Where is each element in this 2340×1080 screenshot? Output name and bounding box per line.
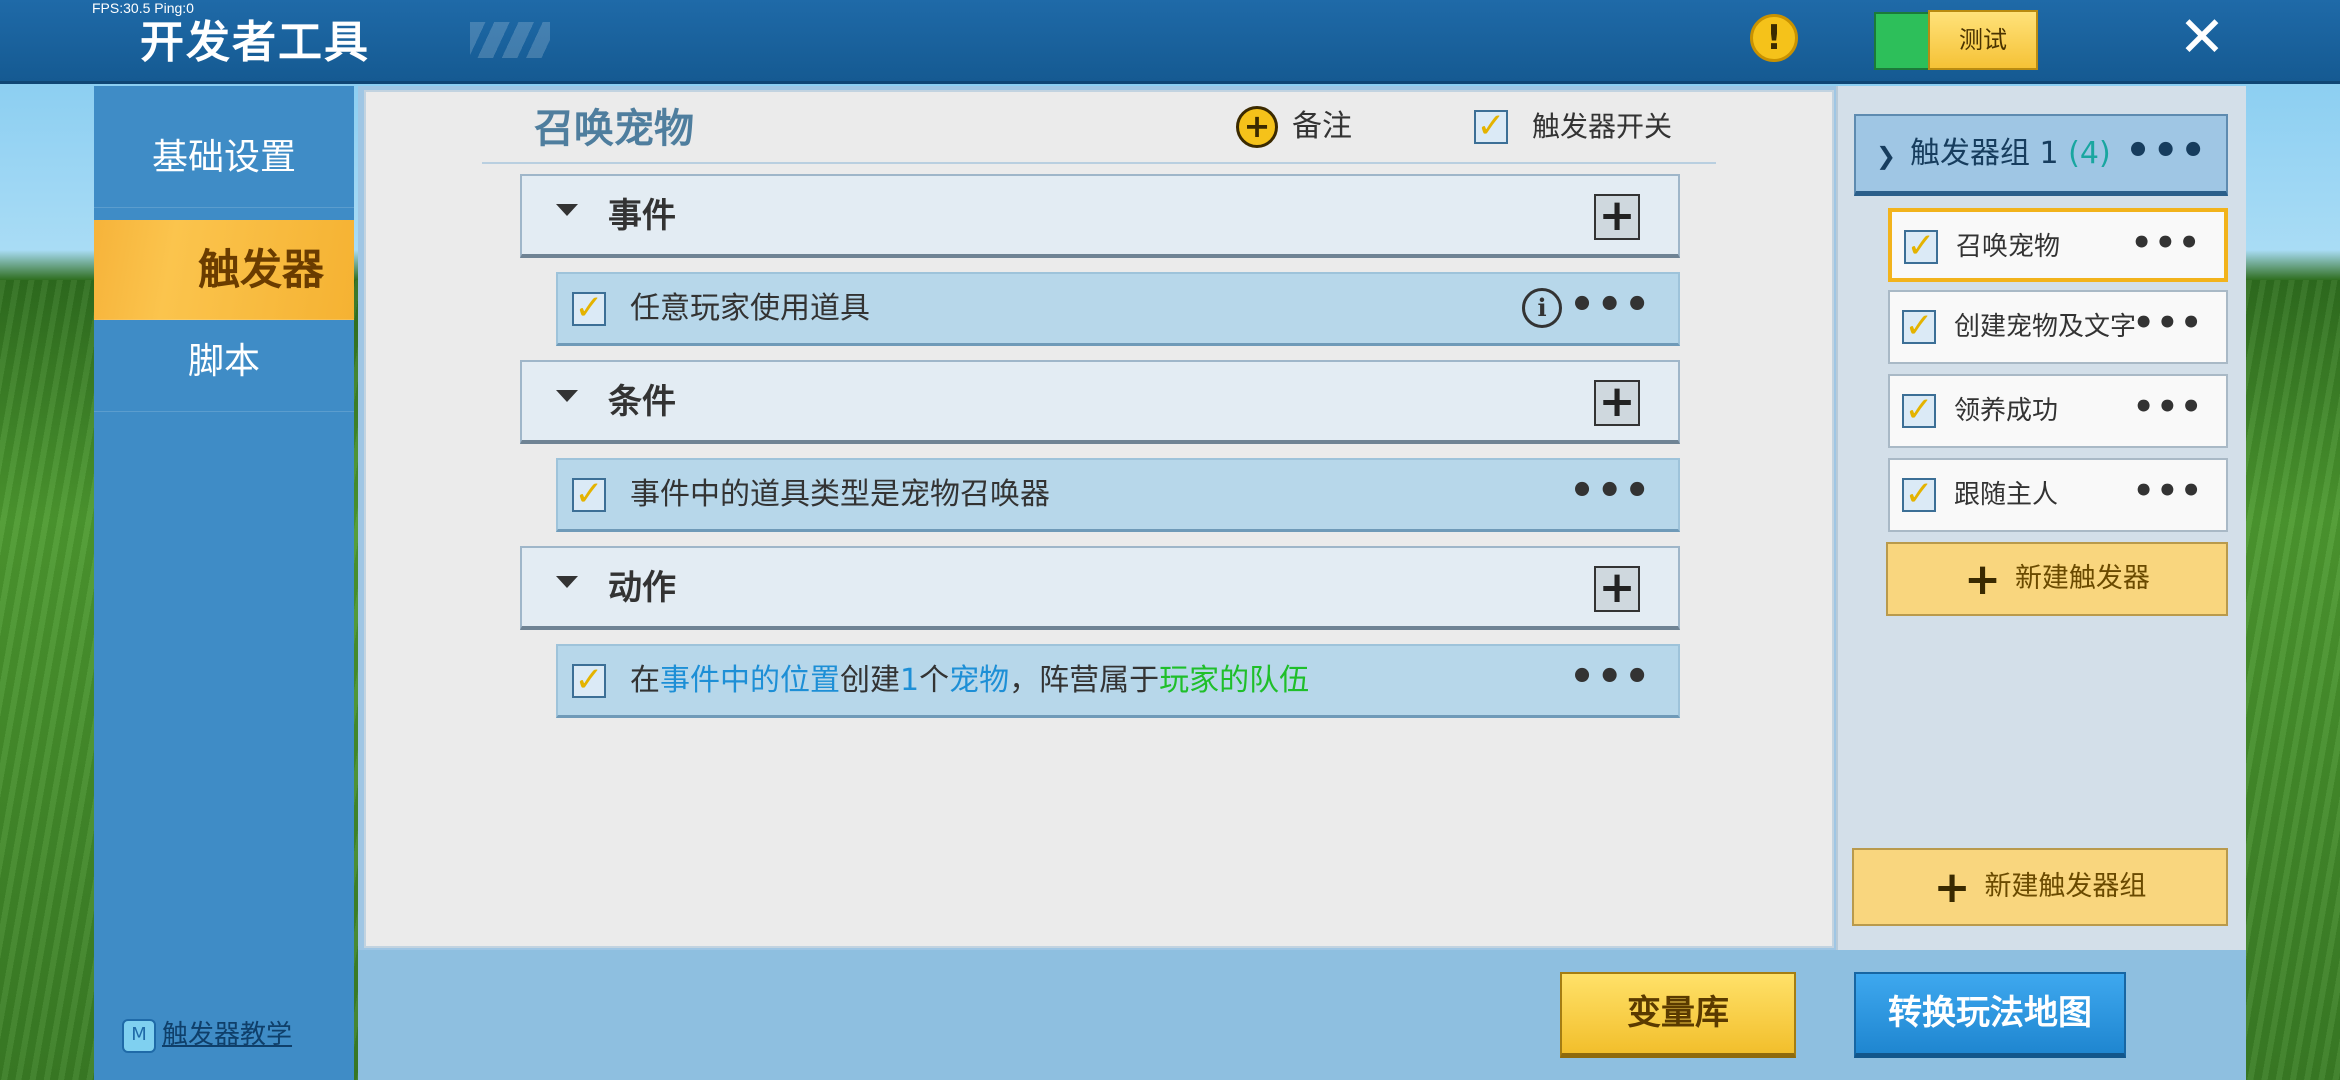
row-text: 任意玩家使用道具 xyxy=(630,291,870,326)
section-label: 条件 xyxy=(608,382,676,422)
book-icon: M xyxy=(122,1018,156,1053)
row-checkbox[interactable]: ✓ xyxy=(572,477,606,512)
more-options-icon[interactable]: ••• xyxy=(1569,460,1652,522)
new-group-label: 新建触发器组 xyxy=(1984,871,2147,902)
trigger-list-item[interactable]: ✓ 领养成功 ••• xyxy=(1888,374,2228,448)
plus-icon: + xyxy=(1933,861,1971,913)
trigger-list-item[interactable]: ✓ 跟随主人 ••• xyxy=(1888,458,2228,532)
trigger-name: 召唤宠物 xyxy=(534,106,694,152)
add-note-icon[interactable]: + xyxy=(1236,106,1278,148)
collapse-arrow-icon[interactable] xyxy=(556,576,578,588)
action-text-part: 个 xyxy=(919,663,950,698)
action-param-team[interactable]: 玩家的队伍 xyxy=(1159,663,1309,698)
sidebar-item-scripts[interactable]: 脚本 xyxy=(94,312,354,412)
add-condition-button[interactable]: + xyxy=(1594,380,1640,426)
trigger-item-checkbox[interactable]: ✓ xyxy=(1902,477,1936,512)
section-condition: 条件 + xyxy=(520,360,1680,444)
collapse-arrow-icon[interactable] xyxy=(556,204,578,216)
group-title: 触发器组 1 (4) xyxy=(1910,116,2111,192)
more-options-icon[interactable]: ••• xyxy=(2133,460,2204,522)
more-options-icon[interactable]: ••• xyxy=(2131,212,2202,274)
plus-icon: + xyxy=(1964,553,2001,605)
tutorial-link[interactable]: M 触发器教学 xyxy=(122,1014,292,1053)
close-icon[interactable]: ✕ xyxy=(2176,8,2228,68)
more-options-icon[interactable]: ••• xyxy=(2125,116,2208,186)
row-checkbox[interactable]: ✓ xyxy=(572,291,606,326)
info-icon[interactable]: i xyxy=(1522,288,1562,328)
action-text-part: 在 xyxy=(630,663,660,698)
section-label: 动作 xyxy=(608,568,676,608)
row-text: 在事件中的位置创建1个宠物，阵营属于玩家的队伍 xyxy=(630,646,1309,716)
trigger-list-item[interactable]: ✓ 创建宠物及文字 ••• xyxy=(1888,290,2228,364)
new-trigger-group-button[interactable]: + 新建触发器组 xyxy=(1852,848,2228,926)
chevron-down-icon[interactable]: ❯ xyxy=(1876,142,1896,170)
action-param-count[interactable]: 1 xyxy=(900,663,919,698)
more-options-icon[interactable]: ••• xyxy=(1569,274,1652,336)
note-label[interactable]: 备注 xyxy=(1292,106,1352,148)
trigger-item-checkbox[interactable]: ✓ xyxy=(1902,393,1936,428)
action-text-part: 创建 xyxy=(840,663,900,698)
section-action: 动作 + xyxy=(520,546,1680,630)
variable-library-button[interactable]: 变量库 xyxy=(1560,972,1796,1058)
trigger-group-header[interactable]: ❯ 触发器组 1 (4) ••• xyxy=(1854,114,2228,196)
trigger-item-name: 召唤宠物 xyxy=(1956,232,2061,262)
convert-map-button[interactable]: 转换玩法地图 xyxy=(1854,972,2126,1058)
tutorial-label: 触发器教学 xyxy=(162,1020,293,1050)
group-count: (4) xyxy=(2068,136,2111,171)
trigger-item-name: 创建宠物及文字 xyxy=(1954,312,2137,342)
row-checkbox[interactable]: ✓ xyxy=(572,663,606,698)
add-event-button[interactable]: + xyxy=(1594,194,1640,240)
trigger-switch-label: 触发器开关 xyxy=(1532,110,1673,143)
test-button[interactable]: 测试 xyxy=(1928,10,2038,70)
warning-icon[interactable]: ! xyxy=(1750,14,1798,62)
section-event: 事件 + xyxy=(520,174,1680,258)
new-trigger-label: 新建触发器 xyxy=(2014,563,2150,594)
action-text-part: ，阵营属于 xyxy=(1009,663,1160,698)
collapse-arrow-icon[interactable] xyxy=(556,390,578,402)
condition-row[interactable]: ✓ 事件中的道具类型是宠物召唤器 ••• xyxy=(556,458,1680,532)
trigger-switch-checkbox[interactable]: ✓ xyxy=(1474,109,1508,144)
new-trigger-button[interactable]: + 新建触发器 xyxy=(1886,542,2228,616)
more-options-icon[interactable]: ••• xyxy=(2133,376,2204,438)
title-decoration xyxy=(470,22,550,58)
action-param-pet[interactable]: 宠物 xyxy=(949,663,1009,698)
page-title: 开发者工具 xyxy=(140,17,370,68)
action-param-position[interactable]: 事件中的位置 xyxy=(660,663,840,698)
top-bar: FPS:30.5 Ping:0 开发者工具 ! 测试 ✕ xyxy=(0,0,2340,84)
trigger-item-checkbox[interactable]: ✓ xyxy=(1904,229,1938,264)
group-title-text: 触发器组 1 xyxy=(1910,136,2059,171)
trigger-list-item[interactable]: ✓ 召唤宠物 ••• xyxy=(1888,208,2228,282)
event-row[interactable]: ✓ 任意玩家使用道具 i ••• xyxy=(556,272,1680,346)
more-options-icon[interactable]: ••• xyxy=(1569,646,1652,708)
action-row[interactable]: ✓ 在事件中的位置创建1个宠物，阵营属于玩家的队伍 ••• xyxy=(556,644,1680,718)
add-action-button[interactable]: + xyxy=(1594,566,1640,612)
more-options-icon[interactable]: ••• xyxy=(2133,292,2204,354)
sidebar-item-basic-settings[interactable]: 基础设置 xyxy=(94,108,354,208)
section-label: 事件 xyxy=(608,196,676,236)
trigger-item-name: 跟随主人 xyxy=(1954,480,2059,510)
row-text[interactable]: 事件中的道具类型是宠物召唤器 xyxy=(630,460,1050,530)
sidebar: 基础设置 触发器 脚本 M 触发器教学 xyxy=(94,86,354,1080)
trigger-item-checkbox[interactable]: ✓ xyxy=(1902,309,1936,344)
title-divider xyxy=(482,162,1716,164)
sidebar-item-triggers[interactable]: 触发器 xyxy=(94,220,354,320)
trigger-item-name: 领养成功 xyxy=(1954,396,2059,426)
